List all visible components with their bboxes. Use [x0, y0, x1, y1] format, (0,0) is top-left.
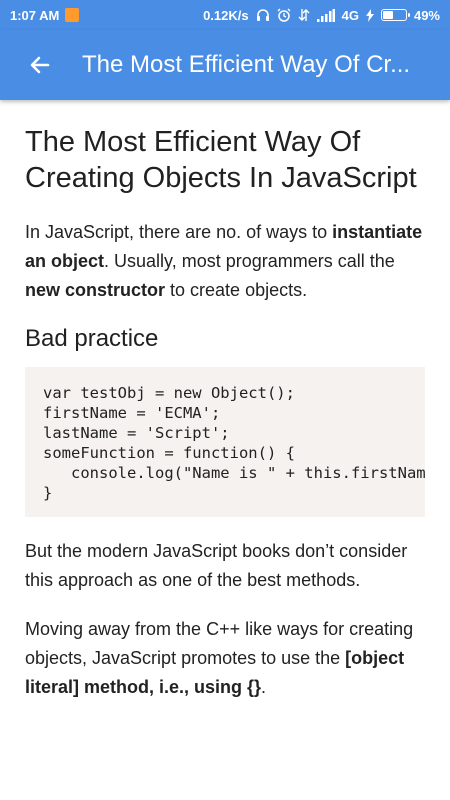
paragraph-3: Moving away from the C++ like ways for c…	[25, 615, 425, 702]
battery-percent: 49%	[413, 7, 440, 23]
alarm-icon	[277, 8, 291, 22]
network-type: 4G	[341, 7, 359, 23]
charging-icon	[365, 8, 374, 22]
arrow-back-icon	[30, 56, 50, 74]
article-title: The Most Efficient Way Of Creating Objec…	[25, 126, 417, 194]
data-transfer-icon	[298, 8, 310, 22]
network-speed: 0.12K/s	[203, 7, 249, 23]
battery-icon	[380, 9, 410, 21]
section-heading: Bad practice	[25, 325, 159, 352]
status-bar: 1:07 AM 0.12K/s 4G 49%	[0, 0, 450, 30]
intro-text-3: to create objects.	[165, 280, 308, 300]
status-time: 1:07 AM	[10, 7, 60, 23]
paragraph-2: But the modern JavaScript books don’t co…	[25, 541, 408, 590]
app-bar: The Most Efficient Way Of Cr...	[0, 30, 450, 100]
app-bar-title: The Most Efficient Way Of Cr...	[82, 51, 411, 78]
code-block[interactable]: var testObj = new Object(); firstName = …	[25, 367, 425, 517]
para3-text-2: .	[261, 677, 267, 697]
intro-text-2: . Usually, most programmers call the	[104, 251, 395, 271]
article-content[interactable]: The Most Efficient Way Of Creating Objec…	[0, 100, 450, 800]
notification-app-icon	[65, 8, 80, 22]
intro-paragraph: In JavaScript, there are no. of ways to …	[25, 218, 425, 305]
intro-text-1: In JavaScript, there are no. of ways to	[25, 222, 333, 242]
signal-icon	[316, 8, 335, 22]
back-button[interactable]	[10, 30, 70, 100]
battery-level	[382, 11, 393, 19]
headphones-icon	[256, 8, 270, 22]
intro-bold-2: new constructor	[25, 280, 166, 300]
